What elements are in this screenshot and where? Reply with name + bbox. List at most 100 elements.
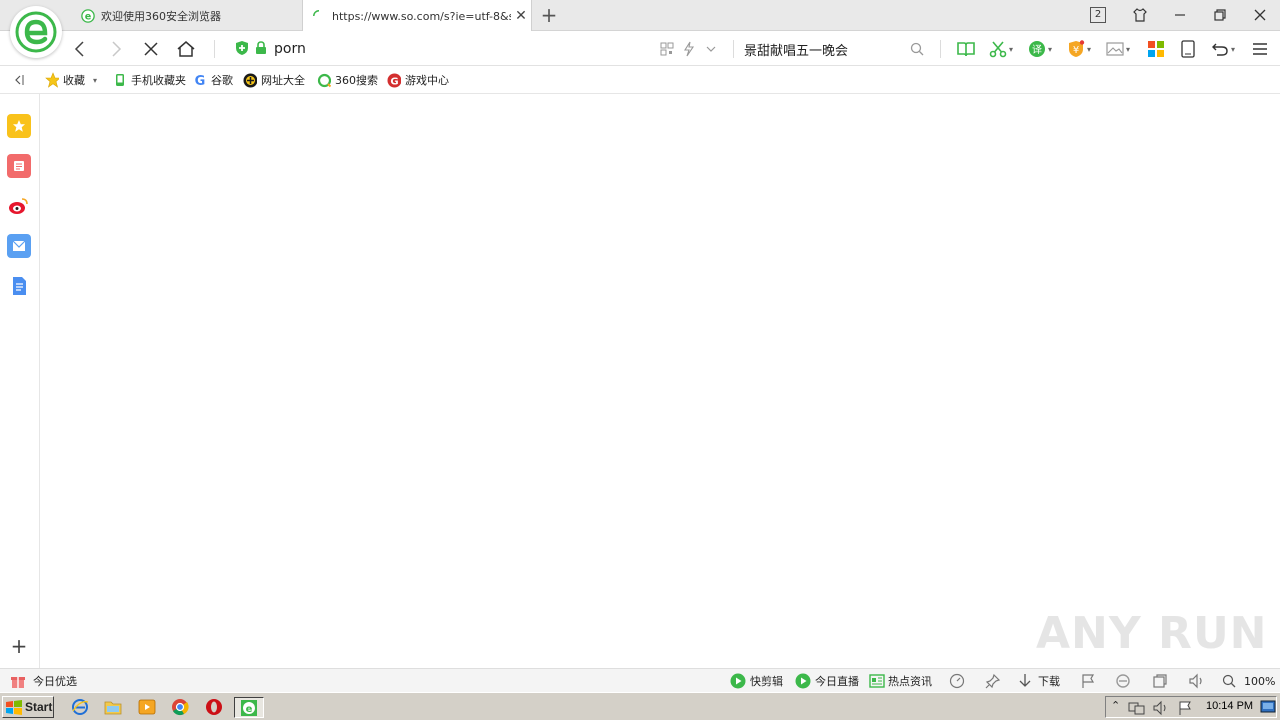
360-search-icon bbox=[317, 73, 331, 87]
taskbar-explorer-button[interactable] bbox=[102, 697, 124, 717]
search-box[interactable] bbox=[736, 35, 930, 62]
new-tab-button[interactable]: + bbox=[538, 5, 560, 27]
mobile-sync-button[interactable] bbox=[1181, 39, 1195, 59]
restore-button[interactable] bbox=[1206, 4, 1234, 26]
360-browser-logo[interactable] bbox=[10, 6, 62, 58]
action-center-flag-icon[interactable] bbox=[1177, 700, 1193, 716]
windows-logo-icon bbox=[6, 700, 22, 715]
screenshot-button[interactable]: ▾ bbox=[989, 39, 1013, 59]
sidebar-mail-button[interactable] bbox=[7, 234, 31, 258]
main-menu-button[interactable] bbox=[1252, 39, 1268, 59]
chevron-right-icon bbox=[112, 41, 122, 57]
search-input[interactable] bbox=[744, 38, 904, 60]
chevron-down-icon: ▾ bbox=[1048, 44, 1053, 54]
address-input[interactable] bbox=[274, 38, 634, 60]
volume-icon[interactable] bbox=[1152, 700, 1170, 716]
tab-bar: e 欢迎使用360安全浏览器 https://www.so.com/s?ie=u… bbox=[0, 0, 1280, 32]
download-arrow-icon bbox=[1019, 674, 1031, 687]
ie-compat-button[interactable] bbox=[1115, 672, 1131, 690]
speedometer-icon bbox=[949, 673, 965, 689]
tab-close-button[interactable]: ✕ bbox=[511, 8, 531, 24]
apps-button[interactable] bbox=[1147, 39, 1165, 59]
start-button[interactable]: Start bbox=[2, 696, 54, 718]
folder-icon bbox=[104, 701, 122, 715]
show-desktop-icon[interactable] bbox=[1260, 700, 1276, 714]
gift-icon bbox=[11, 677, 25, 688]
skin-button[interactable] bbox=[1126, 4, 1154, 26]
opera-icon bbox=[206, 699, 222, 715]
hot-news-button[interactable]: 热点资讯 bbox=[869, 672, 932, 690]
taskbar-360-browser-button[interactable]: e bbox=[234, 697, 264, 718]
live-button[interactable]: 今日直播 bbox=[795, 672, 859, 690]
sidebar-news-button[interactable] bbox=[7, 154, 31, 178]
reading-mode-button[interactable] bbox=[956, 39, 976, 59]
window-mode-button[interactable] bbox=[1152, 672, 1168, 690]
speaker-icon bbox=[1189, 673, 1202, 689]
bookmark-game-center[interactable]: G 游戏中心 bbox=[387, 71, 449, 89]
bookmark-site-directory[interactable]: 网址大全 bbox=[243, 71, 305, 89]
book-icon bbox=[957, 42, 975, 57]
bookmark-mobile-favorites[interactable]: 手机收藏夹 bbox=[113, 71, 186, 89]
pin-button[interactable] bbox=[985, 672, 1001, 690]
tab-welcome[interactable]: e 欢迎使用360安全浏览器 bbox=[72, 0, 302, 31]
ie-icon bbox=[72, 699, 89, 715]
search-icon[interactable] bbox=[910, 42, 924, 56]
mute-button[interactable] bbox=[1188, 672, 1206, 690]
chevron-down-icon: ▾ bbox=[1126, 44, 1131, 54]
bookmark-label: 360搜索 bbox=[335, 74, 378, 87]
tray-expand-icon[interactable]: ⌃ bbox=[1111, 699, 1120, 712]
back-button[interactable] bbox=[68, 37, 92, 61]
undo-icon bbox=[1212, 43, 1228, 56]
zoom-icon bbox=[1222, 674, 1236, 688]
daily-picks-button[interactable]: 今日优选 bbox=[10, 672, 77, 690]
taskbar-media-player-button[interactable] bbox=[136, 697, 158, 717]
minimize-button[interactable] bbox=[1166, 4, 1194, 26]
network-icon[interactable] bbox=[1128, 700, 1146, 716]
sidebar: + bbox=[0, 94, 40, 668]
translate-button[interactable]: 译 ▾ bbox=[1028, 39, 1052, 59]
shirt-icon bbox=[1133, 8, 1147, 22]
taskbar-chrome-button[interactable] bbox=[169, 697, 191, 717]
translate-icon: 译 bbox=[1029, 41, 1045, 57]
browser-e-icon: e bbox=[241, 699, 257, 716]
home-button[interactable] bbox=[174, 37, 198, 61]
quick-cut-label: 快剪辑 bbox=[750, 675, 783, 688]
speed-up-button[interactable] bbox=[949, 672, 965, 690]
flag-button[interactable] bbox=[1080, 672, 1096, 690]
quick-cut-button[interactable]: 快剪辑 bbox=[730, 672, 783, 690]
sidebar-add-button[interactable]: + bbox=[9, 636, 29, 657]
minimize-icon bbox=[1175, 14, 1185, 16]
taskbar-opera-button[interactable] bbox=[203, 697, 225, 717]
sidebar-notes-button[interactable] bbox=[7, 274, 31, 298]
zoom-button[interactable]: 100% bbox=[1222, 672, 1275, 690]
bookmark-360-search[interactable]: 360搜索 bbox=[317, 71, 378, 89]
image-button[interactable]: ▾ bbox=[1106, 39, 1130, 59]
start-label: Start bbox=[25, 700, 53, 714]
stop-loading-button[interactable] bbox=[139, 37, 163, 61]
svg-text:¥: ¥ bbox=[1073, 45, 1079, 56]
tab-search-active[interactable]: https://www.so.com/s?ie=utf-8&src ✕ bbox=[302, 0, 532, 32]
svg-text:e: e bbox=[246, 704, 253, 715]
undo-close-tab-button[interactable]: ▾ bbox=[1211, 39, 1235, 59]
lightning-icon[interactable] bbox=[682, 41, 696, 57]
live-label: 今日直播 bbox=[815, 675, 859, 688]
tab-count-button[interactable]: 2 bbox=[1084, 4, 1112, 26]
shopping-assistant-button[interactable]: ¥ ▾ bbox=[1067, 39, 1091, 59]
forward-button[interactable] bbox=[104, 37, 128, 61]
download-button[interactable]: 下载 bbox=[1018, 672, 1060, 690]
close-window-button[interactable] bbox=[1246, 4, 1274, 26]
chevron-down-icon[interactable] bbox=[706, 45, 716, 53]
bookmark-favorites[interactable]: 收藏 ▾ bbox=[45, 71, 97, 89]
sidebar-favorites-button[interactable] bbox=[7, 114, 31, 138]
qr-code-icon[interactable] bbox=[660, 42, 674, 56]
clock[interactable]: 10:14 PM bbox=[1206, 700, 1253, 712]
address-bar[interactable] bbox=[226, 35, 726, 62]
window-icon bbox=[1153, 674, 1167, 688]
tab-title: https://www.so.com/s?ie=utf-8&src bbox=[332, 9, 511, 23]
toggle-sidebar-button[interactable] bbox=[12, 71, 26, 89]
tablet-icon bbox=[1181, 40, 1195, 58]
sidebar-weibo-button[interactable] bbox=[7, 194, 31, 218]
bookmark-google[interactable]: G 谷歌 bbox=[193, 71, 233, 89]
chevron-down-icon: ▾ bbox=[1087, 44, 1092, 54]
taskbar-ie-button[interactable] bbox=[69, 697, 91, 717]
